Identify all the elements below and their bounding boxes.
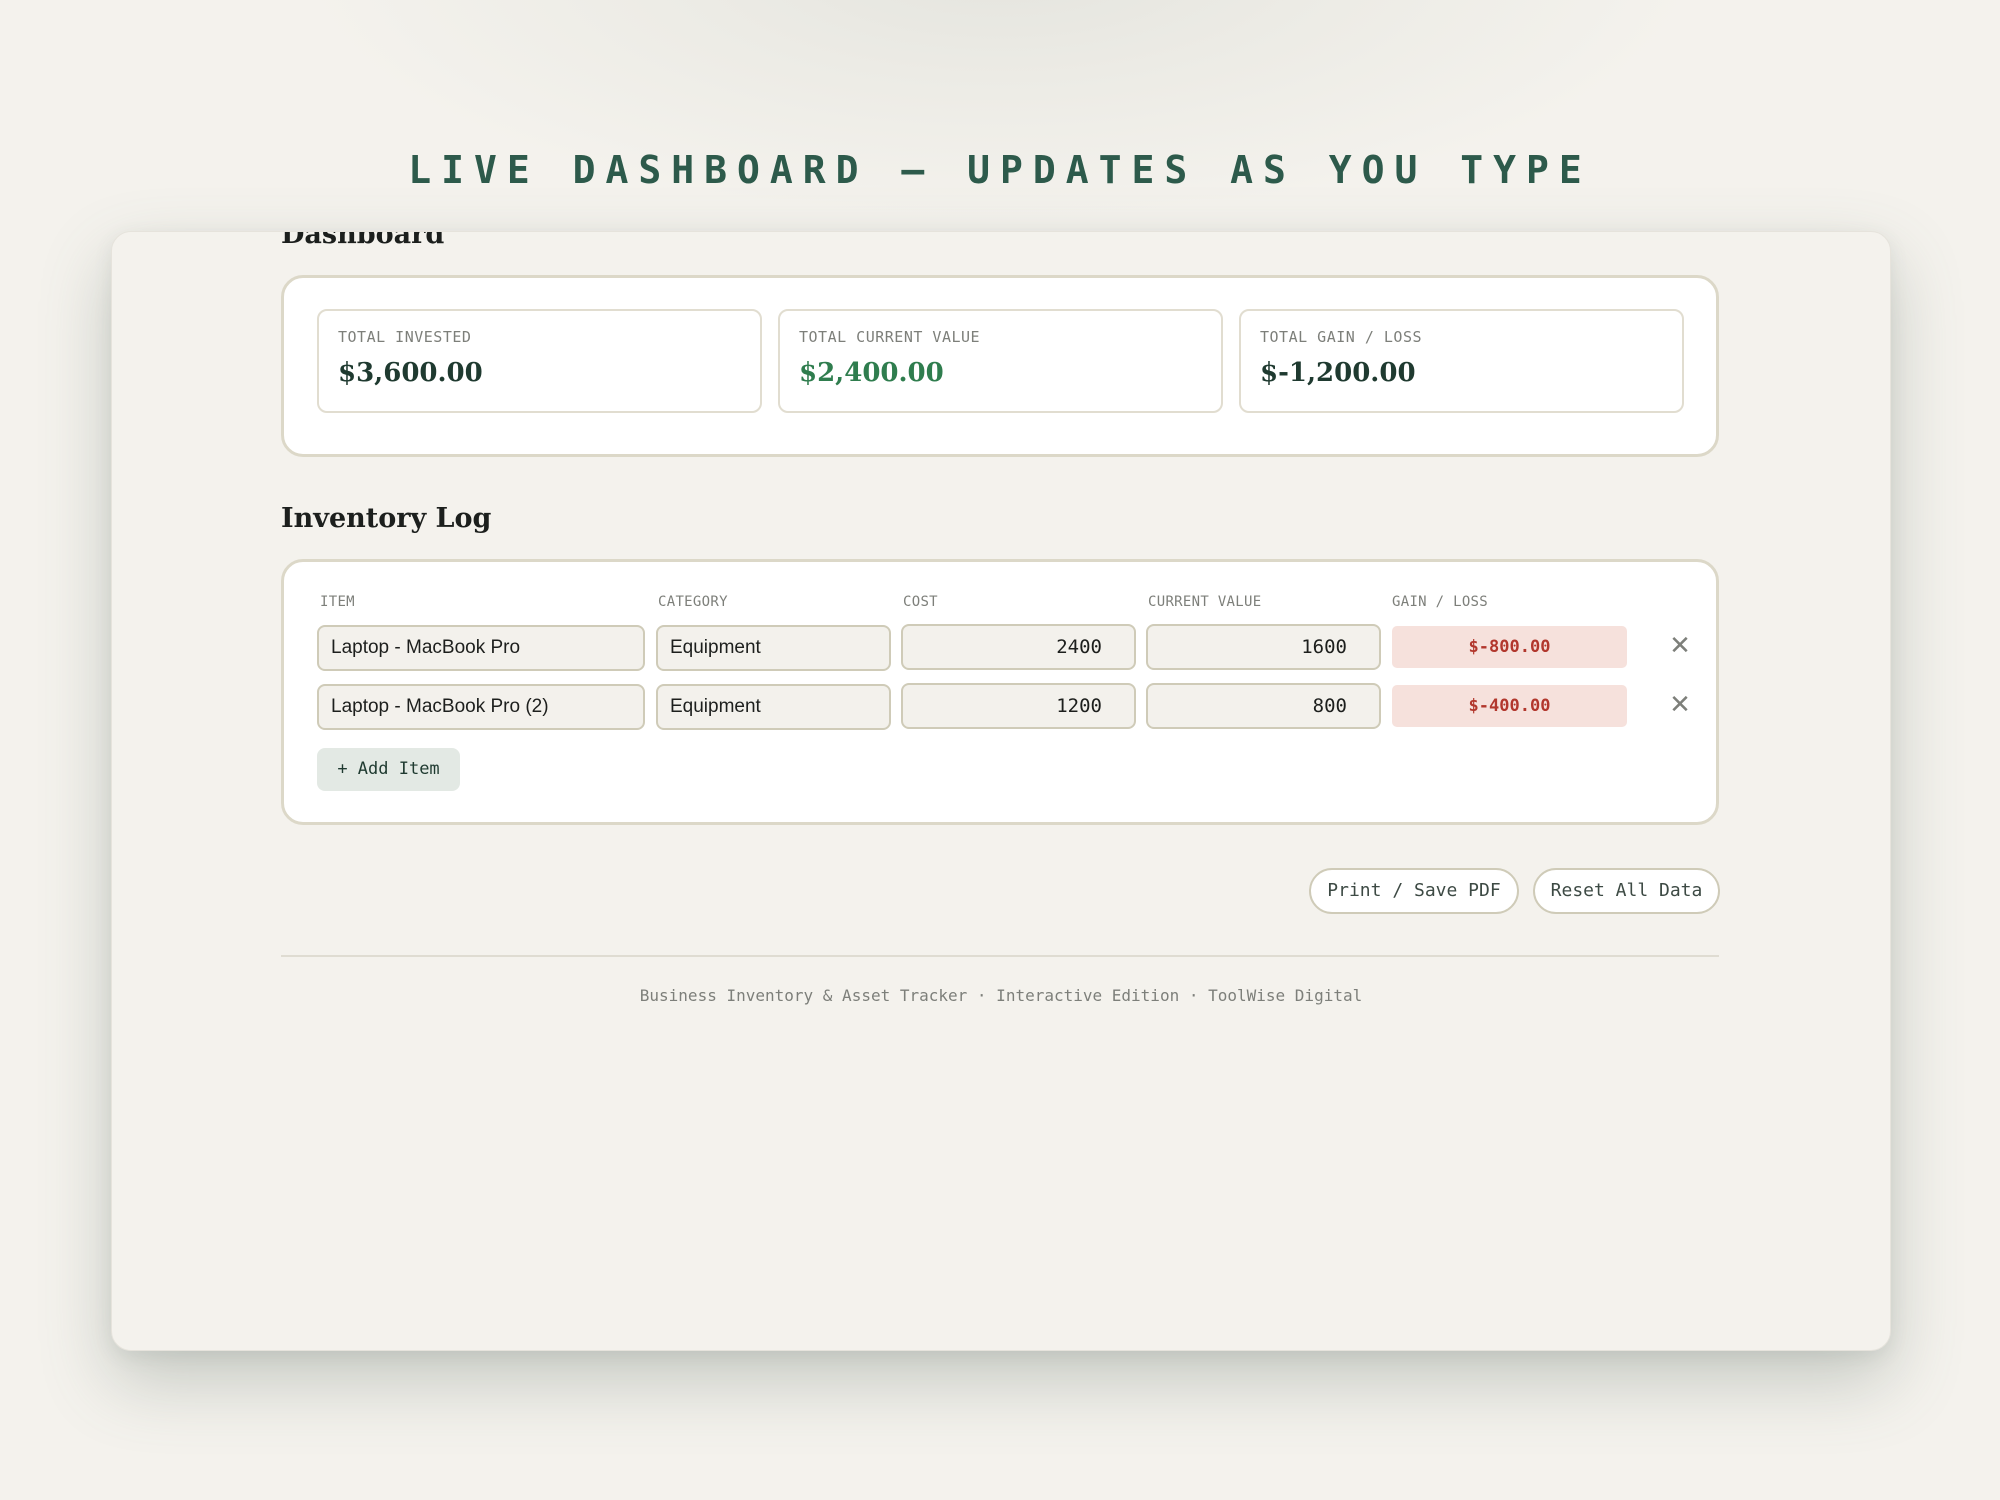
inventory-card: ITEM CATEGORY COST CURRENT VALUE GAIN / … — [281, 559, 1719, 825]
stat-total-invested: TOTAL INVESTED $3,600.00 — [317, 309, 762, 413]
page-banner: LIVE DASHBOARD — UPDATES AS YOU TYPE — [408, 148, 1592, 192]
stat-label: TOTAL INVESTED — [338, 328, 472, 346]
stat-total-gain-loss: TOTAL GAIN / LOSS $-1,200.00 — [1239, 309, 1684, 413]
close-icon[interactable]: ✕ — [1665, 690, 1695, 720]
close-icon[interactable]: ✕ — [1665, 631, 1695, 661]
column-header-item: ITEM — [320, 594, 355, 610]
inventory-title: Inventory Log — [281, 503, 492, 534]
category-input[interactable]: Equipment — [656, 684, 891, 730]
cost-input[interactable]: 2400 — [901, 624, 1136, 670]
reset-all-data-button[interactable]: Reset All Data — [1533, 868, 1720, 914]
gain-loss-value: $-400.00 — [1392, 685, 1627, 727]
footer-text: Business Inventory & Asset Tracker · Int… — [639, 986, 1363, 1005]
current-value-input[interactable]: 1600 — [1146, 624, 1381, 670]
cost-input[interactable]: 1200 — [901, 683, 1136, 729]
dashboard-card: TOTAL INVESTED $3,600.00 TOTAL CURRENT V… — [281, 275, 1719, 457]
stat-label: TOTAL CURRENT VALUE — [799, 328, 981, 346]
stat-total-current-value: TOTAL CURRENT VALUE $2,400.00 — [778, 309, 1223, 413]
item-name-input[interactable]: Laptop - MacBook Pro — [317, 625, 645, 671]
dashboard-title: Dashboard — [281, 231, 445, 250]
gain-loss-value: $-800.00 — [1392, 626, 1627, 668]
column-header-category: CATEGORY — [658, 594, 728, 610]
app-window: Dashboard TOTAL INVESTED $3,600.00 TOTAL… — [111, 231, 1891, 1351]
print-save-pdf-button[interactable]: Print / Save PDF — [1309, 868, 1519, 914]
stat-label: TOTAL GAIN / LOSS — [1260, 328, 1423, 346]
footer-divider — [281, 955, 1719, 957]
column-header-current-value: CURRENT VALUE — [1148, 594, 1262, 610]
column-header-cost: COST — [903, 594, 938, 610]
stat-value: $-1,200.00 — [1260, 358, 1416, 388]
category-input[interactable]: Equipment — [656, 625, 891, 671]
stat-value: $3,600.00 — [338, 358, 483, 388]
add-item-button[interactable]: + Add Item — [317, 748, 460, 791]
item-name-input[interactable]: Laptop - MacBook Pro (2) — [317, 684, 645, 730]
current-value-input[interactable]: 800 — [1146, 683, 1381, 729]
stat-value: $2,400.00 — [799, 358, 944, 388]
column-header-gain-loss: GAIN / LOSS — [1392, 594, 1489, 610]
